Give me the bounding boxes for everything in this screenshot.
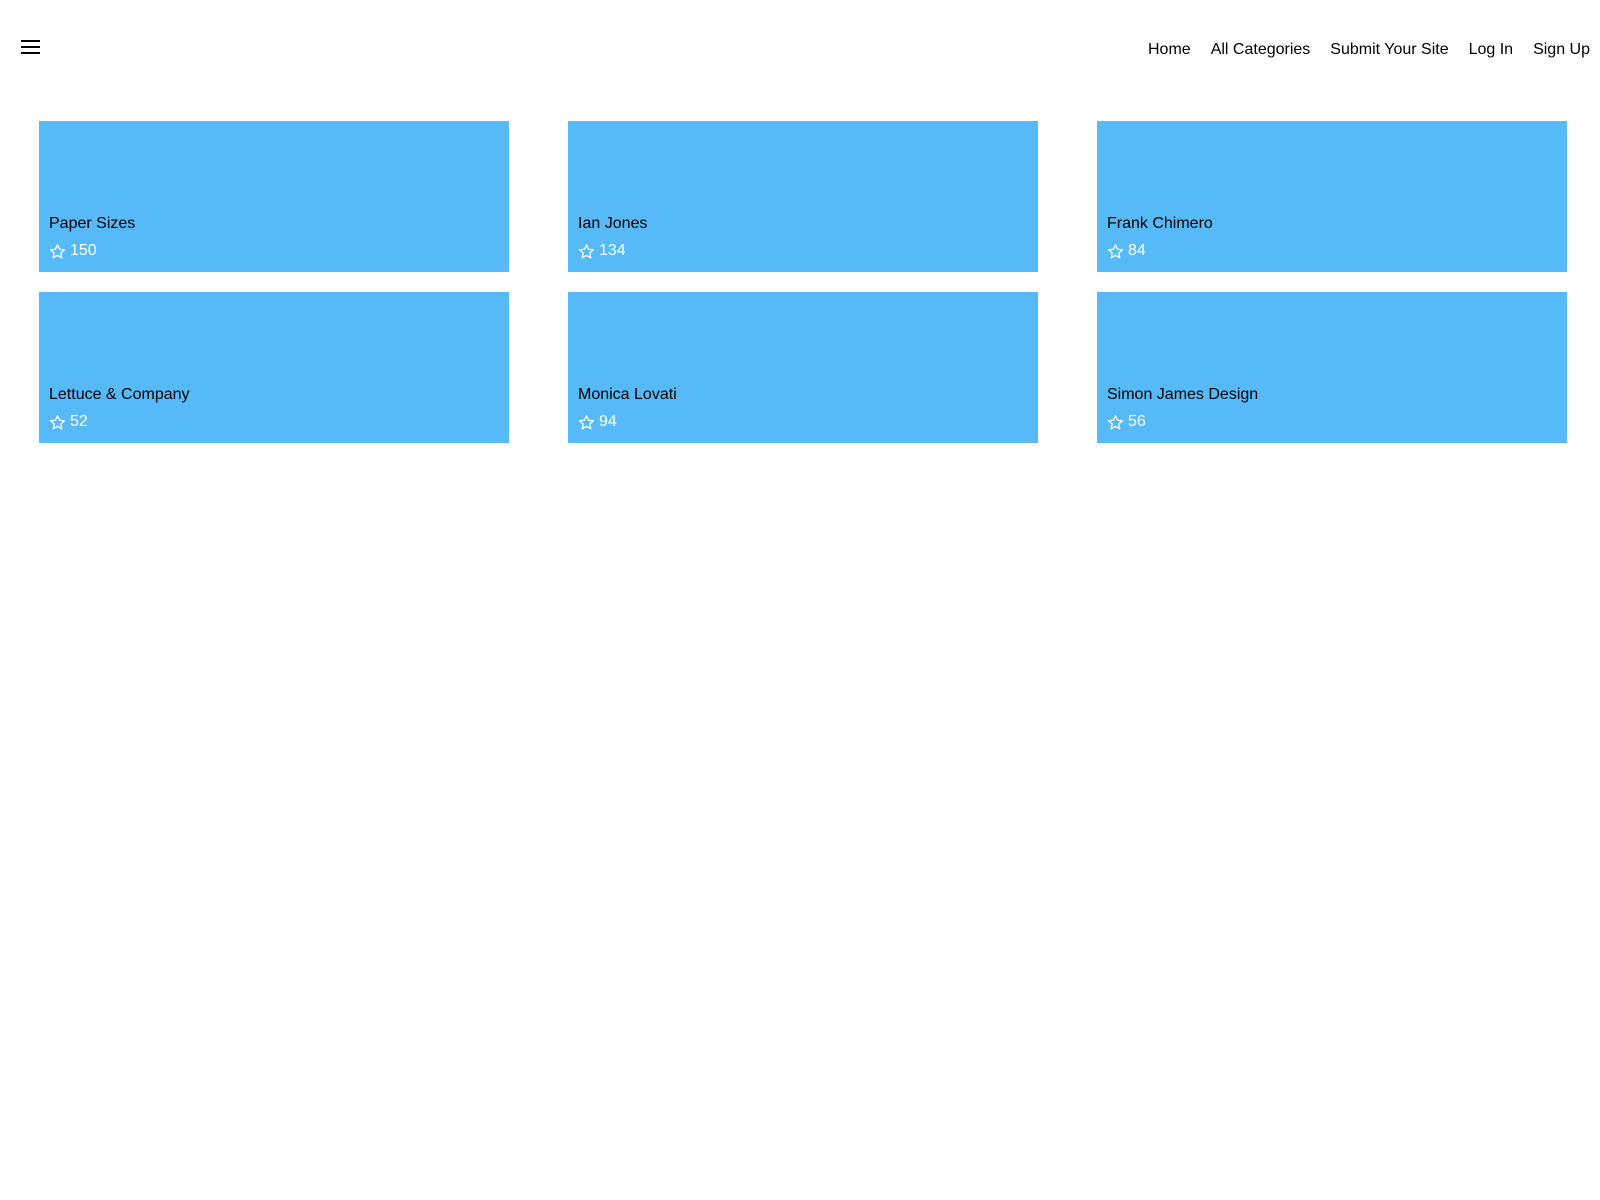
site-card[interactable]: Paper Sizes 150 — [39, 121, 509, 272]
card-star-count[interactable]: 94 — [578, 412, 617, 432]
card-title: Ian Jones — [578, 215, 648, 232]
card-title: Lettuce & Company — [49, 386, 190, 403]
card-title: Simon James Design — [1107, 386, 1259, 403]
card-star-count[interactable]: 52 — [49, 412, 88, 432]
star-count: 134 — [599, 242, 626, 259]
star-outline-icon[interactable] — [49, 414, 66, 431]
nav-link-home[interactable]: Home — [1148, 40, 1191, 60]
card-title: Paper Sizes — [49, 215, 136, 232]
card-star-count[interactable]: 134 — [578, 241, 626, 261]
star-count: 150 — [70, 242, 97, 259]
site-card[interactable]: Frank Chimero 84 — [1097, 121, 1567, 272]
site-card[interactable]: Simon James Design 56 — [1097, 292, 1567, 443]
star-outline-icon[interactable] — [1107, 243, 1124, 260]
nav-link-log-in[interactable]: Log In — [1469, 40, 1513, 60]
star-outline-icon[interactable] — [1107, 414, 1124, 431]
hamburger-menu-icon[interactable] — [20, 38, 44, 58]
star-outline-icon[interactable] — [578, 414, 595, 431]
star-outline-icon[interactable] — [49, 243, 66, 260]
star-outline-icon[interactable] — [578, 243, 595, 260]
main-nav: Home All Categories Submit Your Site Log… — [1128, 40, 1590, 60]
site-card-grid: Paper Sizes 150 Ian Jones 134 Frank Chim… — [39, 121, 1570, 443]
star-count: 56 — [1128, 413, 1146, 430]
nav-link-submit-your-site[interactable]: Submit Your Site — [1330, 40, 1448, 60]
card-star-count[interactable]: 56 — [1107, 412, 1146, 432]
card-star-count[interactable]: 84 — [1107, 241, 1146, 261]
card-title: Frank Chimero — [1107, 215, 1213, 232]
card-star-count[interactable]: 150 — [49, 241, 97, 261]
site-card[interactable]: Lettuce & Company 52 — [39, 292, 509, 443]
nav-link-all-categories[interactable]: All Categories — [1211, 40, 1311, 60]
card-title: Monica Lovati — [578, 386, 677, 403]
site-card[interactable]: Ian Jones 134 — [568, 121, 1038, 272]
top-bar: Home All Categories Submit Your Site Log… — [0, 0, 1600, 100]
star-count: 52 — [70, 413, 88, 430]
nav-link-sign-up[interactable]: Sign Up — [1533, 40, 1590, 60]
site-card[interactable]: Monica Lovati 94 — [568, 292, 1038, 443]
star-count: 84 — [1128, 242, 1146, 259]
star-count: 94 — [599, 413, 617, 430]
